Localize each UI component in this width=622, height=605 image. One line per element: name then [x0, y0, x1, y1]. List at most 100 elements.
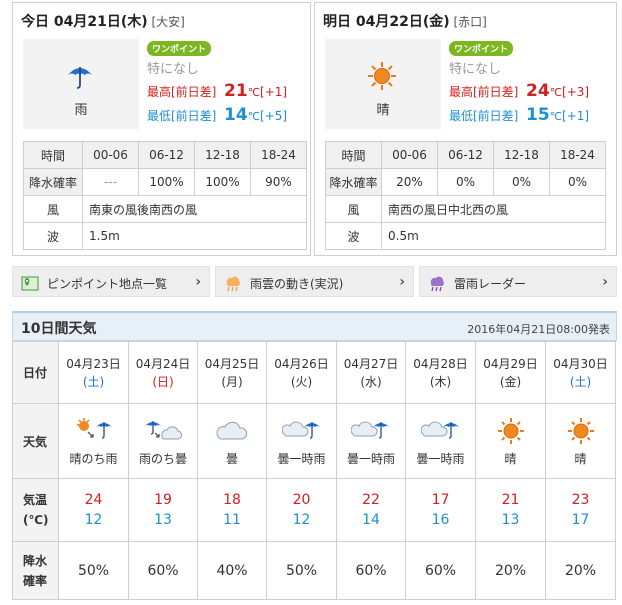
weather-cell: 曇一時雨 — [336, 403, 406, 479]
rain-prob-label: 降水 確率 — [12, 541, 59, 600]
min-temp: 15 — [526, 105, 550, 125]
rain-label: 降水確率 — [325, 168, 382, 196]
ten-day-header: 10日間天気 2016年04月21日08:00発表 — [12, 311, 617, 341]
today-weather-box: 雨 — [23, 39, 139, 129]
onepoint-badge: ワンポイント — [449, 41, 514, 56]
rain-cell: 20% — [381, 168, 438, 196]
period-cell: 12-18 — [493, 141, 550, 169]
weather-cell: 晴 — [475, 403, 546, 479]
cloud-sometimes-rain-icon — [406, 416, 475, 446]
rain-prob-cell: 50% — [266, 541, 337, 600]
onepoint-badge: ワンポイント — [147, 41, 212, 56]
thunder-radar-icon — [428, 274, 446, 292]
day-weekday: (月) — [221, 374, 243, 389]
min-temp: 13 — [154, 512, 172, 528]
time-row: 時間 00-06 06-12 12-18 18-24 — [23, 141, 307, 169]
min-temp: 13 — [501, 512, 520, 528]
rain-row: 降水確率 --- 100% 100% 90% — [23, 168, 307, 196]
rain-cell: 0% — [549, 168, 606, 196]
weather-cell: 曇一時雨 — [266, 403, 337, 479]
min-temp: 11 — [223, 512, 241, 528]
time-row: 時間 00-06 06-12 12-18 18-24 — [325, 141, 606, 169]
thunder-radar-label: 雷雨レーダー — [454, 277, 527, 291]
day-date: 04月23日 — [66, 356, 121, 371]
day-cell: 04月24日 (日) — [128, 341, 198, 404]
weather-text: 曇 — [225, 451, 238, 466]
today-forecast-panel: 今日 04月21日(木) [大安] 雨 ワンポイント 特になし 最高[前日差] … — [12, 2, 311, 256]
today-header: 今日 04月21日(木) [大安] — [21, 11, 185, 31]
min-temp: 16 — [431, 512, 450, 528]
weather-cell: 晴 — [545, 403, 616, 479]
weather-cell: 曇一時雨 — [405, 403, 476, 479]
min-temp: 14 — [224, 105, 248, 125]
day-cell: 04月23日 (土) — [58, 341, 129, 404]
rain-cloud-nowcast-button[interactable]: 雨雲の動き(実況) › — [215, 266, 414, 297]
min-label: 最低[前日差] — [147, 109, 217, 123]
temp-label-b: (℃) — [23, 513, 49, 527]
pinpoint-list-label: ピンポイント地点一覧 — [47, 277, 168, 291]
pinpoint-list-button[interactable]: ピンポイント地点一覧 › — [12, 266, 210, 297]
min-diff: [+1] — [562, 109, 590, 123]
min-temp: 17 — [571, 512, 590, 528]
today-date: 今日 04月21日(木) — [21, 14, 148, 30]
rain-prob-cell: 60% — [336, 541, 406, 600]
min-diff: [+5] — [260, 109, 288, 123]
nav-button-row: ピンポイント地点一覧 › 雨雲の動き(実況) › 雷雨レーダー › — [12, 266, 617, 297]
rain-prob-cell: 60% — [405, 541, 476, 600]
sun-then-rain-icon — [59, 416, 128, 446]
day-weekday: (火) — [290, 374, 313, 389]
rain-label-b: 確率 — [23, 573, 48, 588]
temp-row: 気温 (℃) 24 12 19 13 18 11 20 12 22 14 17 16 21 13… — [12, 478, 616, 542]
sun-icon — [367, 61, 397, 91]
rain-row: 降水確率 20% 0% 0% 0% — [325, 168, 606, 196]
day-date: 04月26日 — [274, 356, 329, 371]
day-date: 04月24日 — [135, 356, 191, 371]
tomorrow-weather-text: 晴 — [376, 103, 390, 118]
max-temp: 18 — [223, 492, 241, 508]
umbrella-icon — [65, 61, 95, 91]
wave-label: 波 — [325, 222, 382, 250]
max-diff: [+3] — [562, 85, 590, 99]
issued-time: 2016年04月21日08:00発表 — [467, 323, 610, 336]
today-weather-text: 雨 — [74, 103, 88, 118]
date-row: 日付 04月23日 (土) 04月24日 (日) 04月25日 (月) 04月26日 (… — [12, 341, 616, 404]
temp-cell: 23 17 — [545, 478, 616, 542]
min-temp: 12 — [292, 512, 311, 528]
max-temp: 17 — [431, 492, 450, 508]
day-date: 04月30日 — [553, 356, 608, 371]
today-max-temp-row: 最高[前日差] 21℃[+1] — [147, 81, 287, 101]
cloud-sometimes-rain-icon — [267, 416, 336, 446]
weather-text: 曇一時雨 — [346, 451, 395, 466]
period-cell: 12-18 — [194, 141, 251, 169]
ten-day-table: 日付 04月23日 (土) 04月24日 (日) 04月25日 (月) 04月26日 (… — [12, 341, 616, 600]
max-temp: 21 — [224, 81, 248, 101]
tomorrow-detail-table: 時間 00-06 06-12 12-18 18-24 降水確率 20% 0% 0… — [325, 141, 606, 250]
rain-cell: 0% — [437, 168, 494, 196]
cloud-icon — [198, 416, 266, 446]
period-cell: 00-06 — [82, 141, 139, 169]
day-weekday: (日) — [152, 374, 174, 389]
temp-cell: 18 11 — [197, 478, 267, 542]
temp-unit: ℃ — [549, 110, 563, 123]
sun-icon — [546, 416, 615, 446]
rain-prob-cell: 50% — [58, 541, 129, 600]
min-temp: 12 — [84, 512, 103, 528]
max-label: 最高[前日差] — [147, 85, 217, 99]
period-cell: 06-12 — [437, 141, 494, 169]
weather-text: 曇一時雨 — [277, 451, 326, 466]
wind-label: 風 — [325, 195, 382, 223]
period-cell: 18-24 — [549, 141, 606, 169]
day-cell: 04月29日 (金) — [475, 341, 546, 404]
temp-cell: 19 13 — [128, 478, 198, 542]
wind-row: 風 南西の風日中北西の風 — [325, 195, 606, 223]
weather-row: 天気 晴のち雨 雨のち曇 曇 曇一時雨 曇一時雨 曇一時雨 晴 晴 — [12, 403, 616, 479]
period-cell: 18-24 — [250, 141, 307, 169]
day-date: 04月29日 — [483, 356, 538, 371]
tomorrow-rokuyo: [赤口] — [453, 15, 487, 29]
rain-prob-cell: 20% — [545, 541, 616, 600]
wave-label: 波 — [23, 222, 83, 250]
time-label: 時間 — [23, 141, 83, 169]
thunder-radar-button[interactable]: 雷雨レーダー › — [419, 266, 617, 297]
temp-unit: ℃ — [247, 110, 261, 123]
max-temp: 22 — [362, 492, 380, 508]
